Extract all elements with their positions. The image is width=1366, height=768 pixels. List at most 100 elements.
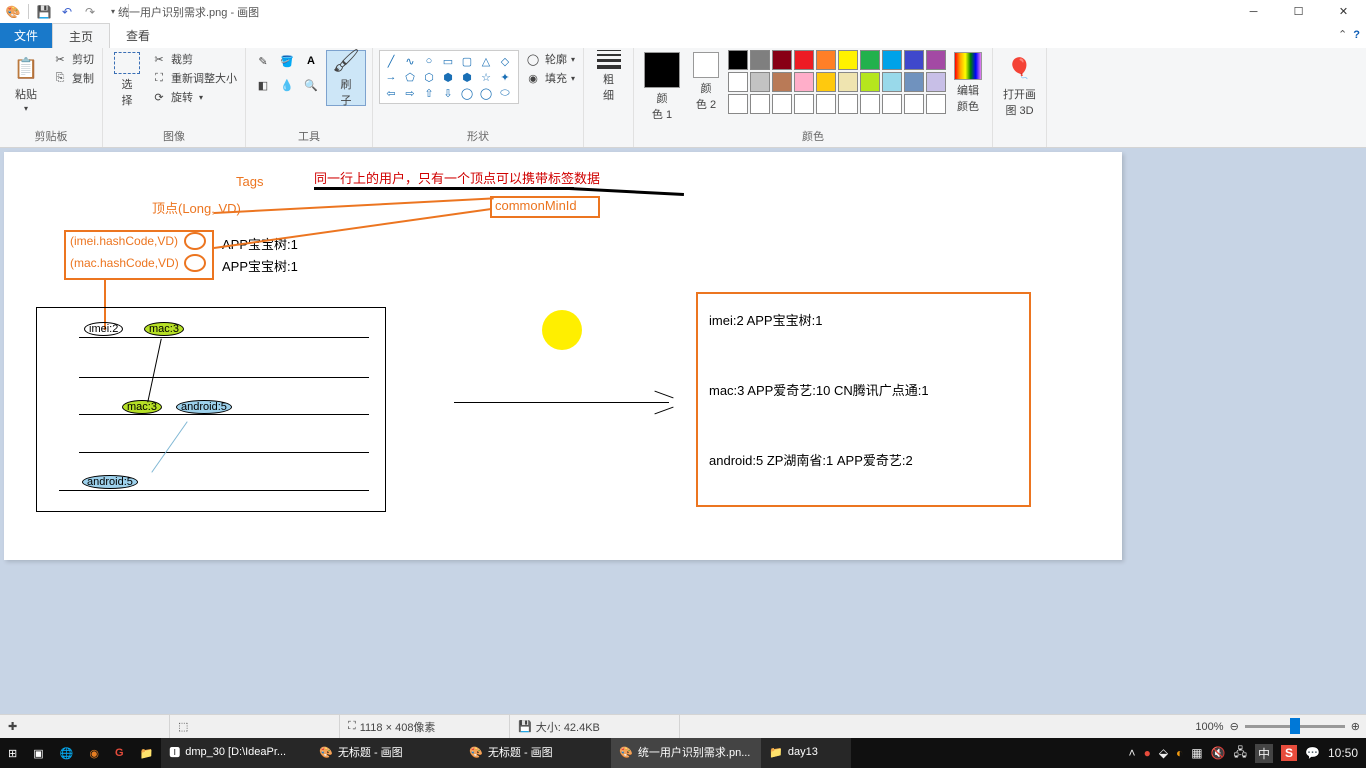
zoom-tool[interactable]: 🔍 (300, 74, 322, 96)
tray-app4-icon[interactable]: ▦ (1191, 746, 1202, 760)
paint-icon: 🎨 (319, 746, 333, 759)
color1-button[interactable]: 颜 色 1 (640, 50, 684, 124)
group-colors-label: 颜色 (640, 128, 986, 147)
text-tool[interactable]: A (300, 50, 322, 72)
tray-app3-icon[interactable]: ◐ (1176, 746, 1183, 760)
brush-button[interactable]: 🖌 刷 子 (326, 50, 366, 106)
ribbon: 📋 粘贴 ▾ ✂剪切 ⎘复制 剪贴板 选 择 ✂裁剪 ⛶重新调整大小 ⟳旋转▾ … (0, 48, 1366, 148)
zoom-in-button[interactable]: ⊕ (1351, 720, 1360, 733)
rotate-button[interactable]: ⟳旋转▾ (149, 88, 239, 106)
window-controls: ─ ☐ ✕ (1231, 0, 1366, 23)
window-title: 统一用户识别需求.png - 画图 (118, 4, 259, 20)
chrome-button[interactable]: 🌐 (52, 738, 82, 768)
pencil-tool[interactable]: ✎ (252, 50, 274, 72)
node-mac3-a: mac:3 (144, 322, 184, 336)
pin1-button[interactable]: ◉ (81, 738, 107, 768)
tray-up-icon[interactable]: ˄ (1129, 746, 1136, 760)
select-icon (114, 52, 140, 74)
brush-label: 刷 子 (341, 76, 352, 108)
task-paint3[interactable]: 🎨统一用户识别需求.pn... (611, 738, 761, 768)
canvas[interactable]: Tags 顶点(Long, VD) 同一行上的用户，只有一个顶点可以携带标签数据… (4, 152, 1122, 560)
paste-button[interactable]: 📋 粘贴 ▾ (6, 50, 46, 115)
tray-notif-icon[interactable]: 💬 (1305, 746, 1320, 760)
picker-tool[interactable]: 💧 (276, 74, 298, 96)
resize-icon: ⛶ (151, 70, 167, 86)
canvas-text-machash: (mac.hashCode,VD) (70, 256, 179, 270)
taskview-button[interactable]: ▣ (25, 738, 51, 768)
tray-network-icon[interactable]: 🖧 (1234, 743, 1247, 764)
save-icon[interactable]: 💾 (34, 2, 54, 22)
task-paint1[interactable]: 🎨无标题 - 画图 (311, 738, 461, 768)
explorer-button[interactable]: 📁 (132, 738, 162, 768)
shape-fill-button[interactable]: ◉填充▾ (523, 69, 577, 87)
folder-icon: 📁 (769, 746, 783, 759)
tray-ime[interactable]: 中 (1255, 744, 1273, 763)
fill-icon: ◉ (525, 70, 541, 86)
help-icon[interactable]: ? (1353, 29, 1360, 41)
color2-button[interactable]: 颜 色 2 (688, 50, 724, 114)
group-clipboard-label: 剪贴板 (6, 128, 96, 147)
group-clipboard: 📋 粘贴 ▾ ✂剪切 ⎘复制 剪贴板 (0, 48, 103, 147)
zoom-slider[interactable] (1245, 725, 1345, 728)
crop-icon: ✂ (151, 51, 167, 67)
start-button[interactable]: ⊞ (0, 738, 25, 768)
tray-volume-icon[interactable]: 🔇 (1211, 746, 1226, 760)
undo-icon[interactable]: ↶ (57, 2, 77, 22)
ribbon-collapse-icon[interactable]: ⌃ (1338, 28, 1347, 41)
edit-colors-label: 编辑 颜色 (957, 82, 979, 114)
tray-sogou-icon[interactable]: S (1281, 745, 1297, 761)
tab-view[interactable]: 查看 (110, 23, 166, 48)
cut-button[interactable]: ✂剪切 (50, 50, 96, 68)
zoom-out-button[interactable]: ⊖ (1230, 720, 1239, 733)
color-palette[interactable] (728, 50, 946, 114)
resize-button[interactable]: ⛶重新调整大小 (149, 69, 239, 87)
app-icon: 🎨 (3, 2, 23, 22)
maximize-button[interactable]: ☐ (1276, 0, 1321, 23)
size-button[interactable]: 粗 细 (591, 50, 627, 103)
task-paint2[interactable]: 🎨无标题 - 画图 (461, 738, 611, 768)
zoom-control[interactable]: 100% ⊖ ⊕ (1195, 720, 1360, 733)
quick-access-toolbar: 🎨 💾 ↶ ↷ ▾ (0, 2, 131, 22)
shapes-gallery[interactable]: ╱∿○▭▢△◇ →⬠⬡⬢⬢☆✦ ⇦⇨⇧⇩◯◯⬭ (379, 50, 519, 104)
select-button[interactable]: 选 择 (109, 50, 145, 110)
canvas-workspace[interactable]: Tags 顶点(Long, VD) 同一行上的用户，只有一个顶点可以携带标签数据… (0, 148, 1366, 728)
paint-icon: 🎨 (619, 746, 633, 759)
tray-app1-icon[interactable]: ● (1144, 746, 1151, 760)
paint3d-button[interactable]: 🎈 打开画 图 3D (999, 50, 1040, 120)
tray-app2-icon[interactable]: ⬙ (1159, 746, 1168, 760)
crop-button[interactable]: ✂裁剪 (149, 50, 239, 68)
canvas-text-commonminid: commonMinId (495, 198, 577, 213)
redo-icon[interactable]: ↷ (80, 2, 100, 22)
cursor-highlight (542, 310, 582, 350)
cut-icon: ✂ (52, 51, 68, 67)
selection-icon: ⬚ (178, 720, 188, 733)
group-shapes-label: 形状 (379, 128, 577, 147)
tray-clock[interactable]: 10:50 (1328, 746, 1358, 760)
shape-outline-button[interactable]: ◯轮廓▾ (523, 50, 577, 68)
task-folder[interactable]: 📁day13 (761, 738, 851, 768)
status-filesize: 💾大小: 42.4KB (510, 715, 680, 738)
fill-tool[interactable]: 🪣 (276, 50, 298, 72)
node-android5-b: android:5 (82, 475, 138, 489)
eraser-tool[interactable]: ◧ (252, 74, 274, 96)
edit-colors-button[interactable]: 编辑 颜色 (950, 50, 986, 116)
close-button[interactable]: ✕ (1321, 0, 1366, 23)
group-paint3d: 🎈 打开画 图 3D (993, 48, 1047, 147)
canvas-text-vertex: 顶点(Long, VD) (152, 198, 241, 217)
task-idea[interactable]: 🅸dmp_30 [D:\IdeaPr... (161, 738, 311, 768)
size-icon (597, 50, 621, 69)
group-size: 粗 细 (584, 48, 634, 147)
idea-icon: 🅸 (169, 744, 180, 760)
minimize-button[interactable]: ─ (1231, 0, 1276, 23)
paint3d-icon: 🎈 (1004, 52, 1036, 84)
select-label: 选 择 (122, 76, 133, 108)
canvas-text-redline: 同一行上的用户，只有一个顶点可以携带标签数据 (314, 168, 600, 187)
tab-file[interactable]: 文件 (0, 23, 52, 48)
canvas-text-tags: Tags (236, 174, 263, 189)
color2-label: 颜 色 2 (696, 80, 716, 112)
pin2-button[interactable]: G (107, 738, 132, 768)
node-imei2: imei:2 (84, 322, 123, 336)
status-coords: ✚ (0, 715, 170, 738)
copy-button[interactable]: ⎘复制 (50, 69, 96, 87)
tab-home[interactable]: 主页 (52, 23, 110, 48)
